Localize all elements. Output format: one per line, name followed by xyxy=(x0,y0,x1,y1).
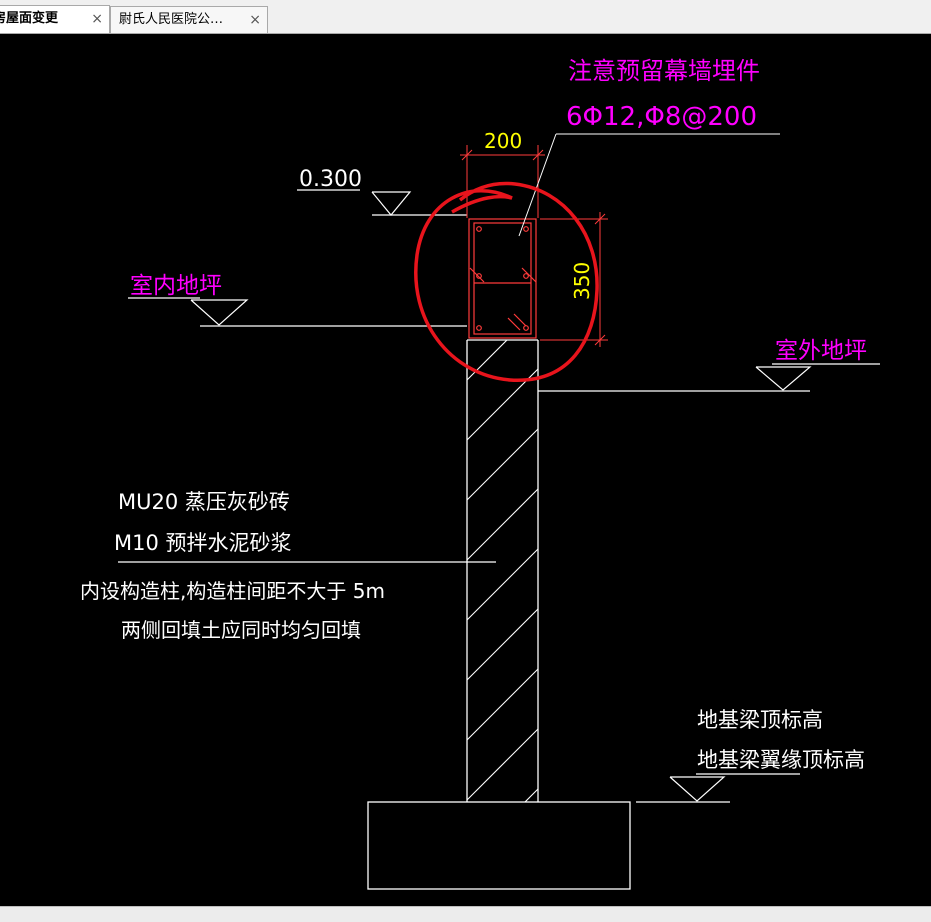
tab-label: 尉氏人民医院公… xyxy=(119,12,224,27)
wall-section xyxy=(466,339,539,802)
beam-top-label: 地基梁顶标高 xyxy=(697,708,823,732)
close-icon[interactable]: × xyxy=(249,7,261,33)
material-mortar: M10 预拌水泥砂浆 xyxy=(114,531,292,555)
wall-hatch xyxy=(467,340,538,802)
tab-label: 房屋面变更 xyxy=(0,11,59,26)
note-embedded-parts: 注意预留幕墙埋件 xyxy=(568,57,760,85)
beam-flange-label: 地基梁翼缘顶标高 xyxy=(697,748,865,772)
tab-house-roof-change[interactable]: 房屋面变更 × xyxy=(0,5,110,33)
note-rebar-spec: 6Φ12,Φ8@200 xyxy=(566,102,757,132)
tab-weishi-hospital[interactable]: 尉氏人民医院公… × xyxy=(110,6,268,33)
note-leader xyxy=(518,133,780,237)
footing xyxy=(367,801,631,890)
dimension-width: 200 xyxy=(484,129,522,153)
remark-columns: 内设构造柱,构造柱间距不大于 5m xyxy=(80,579,385,603)
dimension-height: 350 xyxy=(570,262,594,300)
remark-backfill: 两侧回填土应同时均匀回填 xyxy=(121,618,361,642)
tab-bar: 房屋面变更 × 尉氏人民医院公… × xyxy=(0,0,931,34)
close-icon[interactable]: × xyxy=(91,6,103,32)
material-brick: MU20 蒸压灰砂砖 xyxy=(118,490,290,514)
ring-beam xyxy=(468,218,537,339)
outdoor-floor-label: 室外地坪 xyxy=(775,338,867,364)
cad-drawing: 注意预留幕墙埋件 6Φ12,Φ8@200 200 350 0.300 室内地坪 … xyxy=(80,57,880,890)
drawing-canvas[interactable]: 注意预留幕墙埋件 6Φ12,Φ8@200 200 350 0.300 室内地坪 … xyxy=(0,34,931,906)
status-bar xyxy=(0,906,931,922)
level-value: 0.300 xyxy=(299,167,362,192)
dimensions xyxy=(460,145,608,347)
indoor-floor-label: 室内地坪 xyxy=(130,273,222,299)
